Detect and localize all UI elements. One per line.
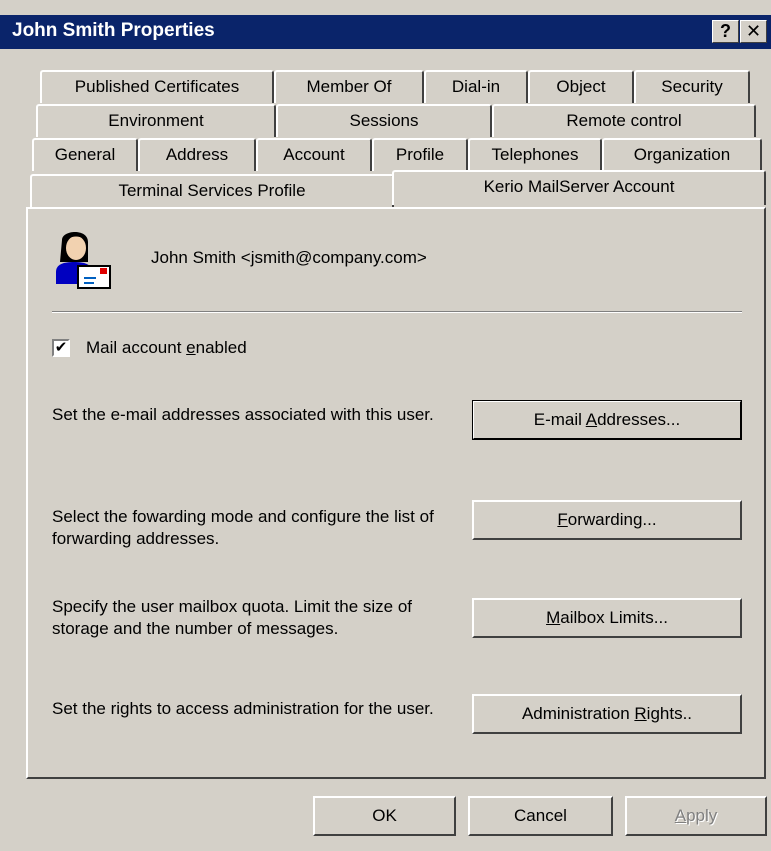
help-icon: ? (720, 21, 731, 41)
tab-terminal-services-profile[interactable]: Terminal Services Profile (30, 174, 394, 207)
tab-label: Account (283, 145, 345, 164)
properties-dialog: John Smith Properties ? ✕ Published Cert… (0, 0, 771, 851)
tab-label: Organization (633, 145, 731, 164)
close-icon: ✕ (745, 21, 762, 41)
tab-account[interactable]: Account (256, 138, 372, 171)
mailbox-limits-description: Specify the user mailbox quota. Limit th… (52, 597, 413, 638)
tab-environment[interactable]: Environment (36, 104, 276, 137)
tab-telephones[interactable]: Telephones (468, 138, 602, 171)
email-addresses-button[interactable]: E-mail Addresses... (472, 400, 742, 440)
cancel-button[interactable]: Cancel (468, 796, 613, 836)
tab-remote-control[interactable]: Remote control (492, 104, 756, 137)
tab-label: Object (556, 77, 606, 96)
tab-label: Remote control (566, 111, 682, 130)
tab-member-of[interactable]: Member Of (274, 70, 424, 103)
tab-label: Published Certificates (74, 77, 240, 96)
ok-button[interactable]: OK (313, 796, 456, 836)
apply-button[interactable]: Apply (625, 796, 767, 836)
mail-account-enabled-label[interactable]: Mail account enabled (86, 338, 247, 358)
mail-account-enabled-checkbox[interactable]: ✔ (52, 339, 70, 357)
mailbox-limits-button[interactable]: Mailbox Limits... (472, 598, 742, 638)
tab-object[interactable]: Object (528, 70, 634, 103)
window-title: John Smith Properties (12, 20, 215, 41)
tab-organization[interactable]: Organization (602, 138, 762, 171)
tab-label: Environment (108, 111, 204, 130)
separator (52, 311, 742, 313)
tab-label: Security (661, 77, 723, 96)
tab-label: Dial-in (451, 77, 501, 96)
tab-address[interactable]: Address (138, 138, 256, 171)
tab-published-certificates[interactable]: Published Certificates (40, 70, 274, 103)
tab-label: General (54, 145, 116, 164)
check-icon: ✔ (54, 339, 68, 356)
close-button[interactable]: ✕ (740, 20, 767, 43)
email-addresses-description: Set the e-mail addresses associated with… (52, 405, 434, 424)
help-button[interactable]: ? (712, 20, 739, 43)
tab-kerio-mailserver-account[interactable]: Kerio MailServer Account (392, 170, 766, 205)
tab-sessions[interactable]: Sessions (276, 104, 492, 137)
tab-label: Profile (395, 145, 445, 164)
forwarding-description: Select the fowarding mode and configure … (52, 507, 434, 548)
tab-label: Member Of (306, 77, 392, 96)
tab-label: Kerio MailServer Account (483, 177, 675, 196)
administration-rights-button[interactable]: Administration Rights.. (472, 694, 742, 734)
user-display: John Smith <jsmith@company.com> (151, 248, 427, 267)
user-mail-icon (56, 232, 111, 289)
tab-label: Sessions (349, 111, 419, 130)
tab-profile[interactable]: Profile (372, 138, 468, 171)
tab-dial-in[interactable]: Dial-in (424, 70, 528, 103)
tab-label: Address (165, 145, 229, 164)
title-bar[interactable]: John Smith Properties ? ✕ (0, 15, 771, 49)
forwarding-button[interactable]: Forwarding... (472, 500, 742, 540)
administration-rights-description: Set the rights to access administration … (52, 699, 434, 718)
tab-general[interactable]: General (32, 138, 138, 171)
tab-label: Terminal Services Profile (118, 181, 306, 200)
tab-security[interactable]: Security (634, 70, 750, 103)
tab-label: Telephones (491, 145, 579, 164)
